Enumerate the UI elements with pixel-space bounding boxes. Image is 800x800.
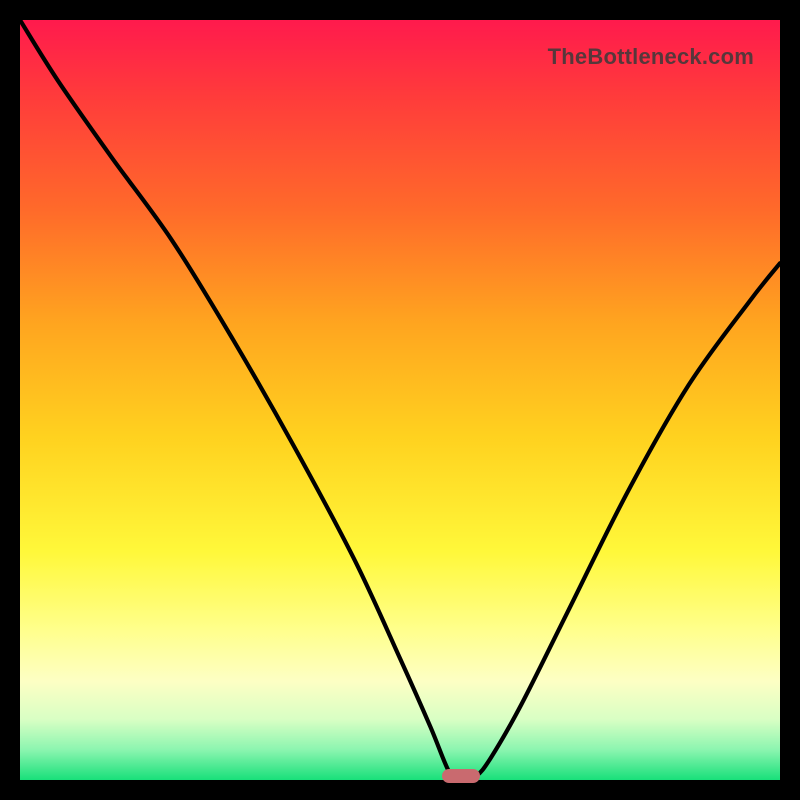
optimum-marker (442, 769, 480, 783)
plot-area: TheBottleneck.com (20, 20, 780, 780)
chart-frame: TheBottleneck.com (0, 0, 800, 800)
curve-path (20, 20, 780, 780)
curve-svg (20, 20, 780, 780)
